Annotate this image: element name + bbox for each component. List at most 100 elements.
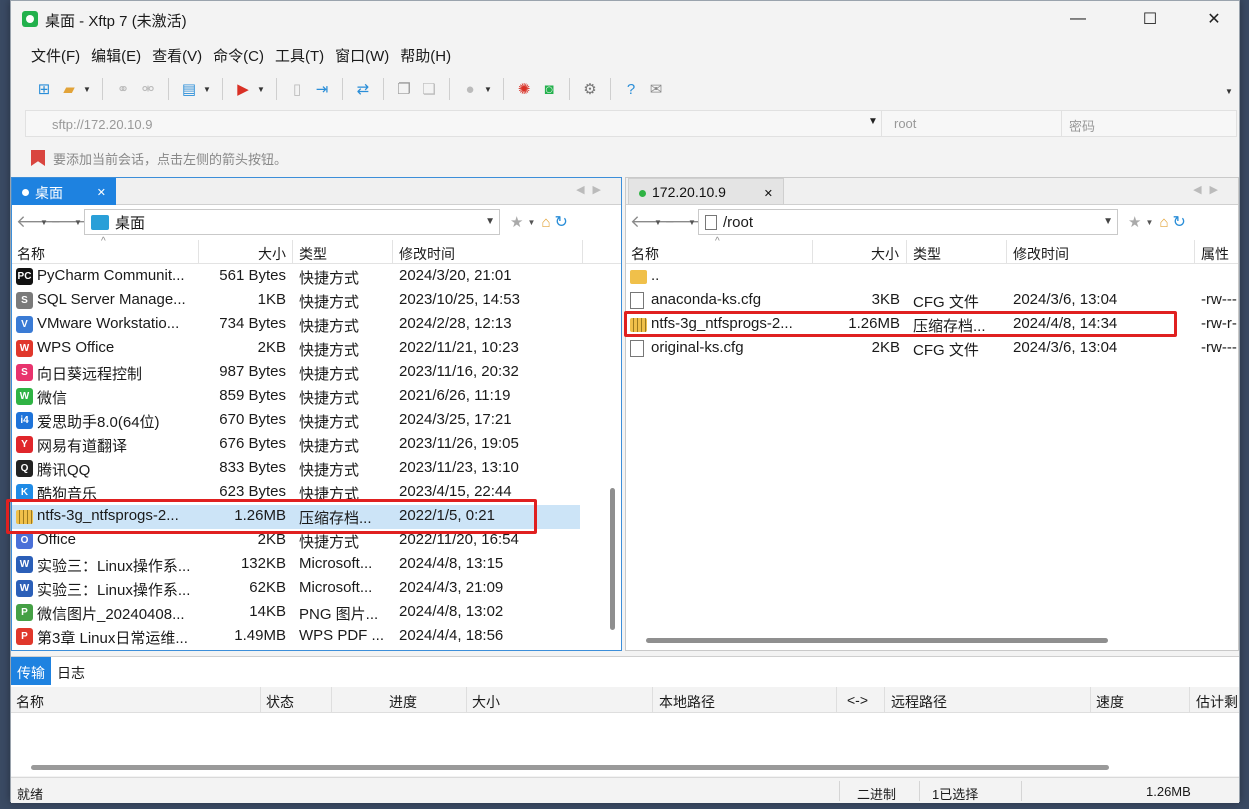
- column-divider[interactable]: [466, 687, 467, 713]
- remote-path-combobox[interactable]: /root ▼: [698, 209, 1118, 235]
- host-input[interactable]: sftp://172.20.10.9: [52, 117, 152, 132]
- favorite-star-icon[interactable]: ★: [510, 213, 523, 231]
- table-row[interactable]: PC PyCharm Communit... 561 Bytes 快捷方式 2024/3…: [12, 265, 580, 289]
- tab-close-icon[interactable]: ✕: [97, 186, 106, 199]
- table-row[interactable]: O Office 2KB 快捷方式 2022/11/20, 16:54: [12, 529, 580, 553]
- transfer-mode[interactable]: 二进制: [857, 784, 896, 803]
- table-row[interactable]: ..: [626, 265, 1246, 289]
- transfer-horizontal-scrollbar[interactable]: [31, 765, 1109, 770]
- minimize-button[interactable]: —: [1055, 1, 1101, 37]
- column-divider[interactable]: [260, 687, 261, 713]
- password-input[interactable]: 密码: [1061, 111, 1236, 136]
- path-dropdown-icon[interactable]: ▼: [1103, 216, 1113, 227]
- properties-dropdown-icon[interactable]: ▼: [203, 85, 213, 94]
- table-row[interactable]: S SQL Server Manage... 1KB 快捷方式 2023/10/25, …: [12, 289, 580, 313]
- remote-horizontal-scrollbar[interactable]: [646, 638, 1108, 643]
- stop-dropdown-icon[interactable]: ▼: [484, 85, 494, 94]
- column-type[interactable]: 类型: [913, 244, 941, 264]
- column-divider[interactable]: [652, 687, 653, 713]
- favorite-dropdown-icon[interactable]: ▼: [1145, 218, 1155, 227]
- tab-close-icon[interactable]: ✕: [764, 187, 773, 200]
- back-arrow-icon[interactable]: 🡐: [16, 212, 62, 232]
- transfer-col-name[interactable]: 名称: [16, 692, 44, 712]
- refresh-icon[interactable]: ↻: [555, 212, 568, 232]
- column-divider[interactable]: [582, 240, 583, 264]
- tab-remote-session[interactable]: 172.20.10.9 ✕: [628, 178, 784, 205]
- menu-window[interactable]: 窗口(W): [333, 41, 398, 67]
- back-arrow-icon[interactable]: 🡐: [630, 212, 676, 232]
- column-divider[interactable]: [884, 687, 885, 713]
- connect-icon[interactable]: ⚭: [112, 78, 134, 100]
- path-dropdown-icon[interactable]: ▼: [485, 216, 495, 227]
- chat-icon[interactable]: ✉: [645, 78, 667, 100]
- new-file-icon[interactable]: ▯: [286, 78, 308, 100]
- table-row[interactable]: P 微信图片_20240408... 14KB PNG 图片... 2024/4/8, …: [12, 601, 580, 625]
- table-row[interactable]: S 向日葵远程控制 987 Bytes 快捷方式 2023/11/16, 20:32: [12, 361, 580, 385]
- column-permissions[interactable]: 属性: [1201, 244, 1229, 264]
- column-modified[interactable]: 修改时间: [1013, 244, 1069, 264]
- tab-scroll-arrows[interactable]: ◀▶: [576, 183, 609, 196]
- column-divider[interactable]: [1090, 687, 1091, 713]
- favorite-star-icon[interactable]: ★: [1128, 213, 1141, 231]
- table-row[interactable]: W 实验三：Linux操作系... 132KB Microsoft... 2024/4/…: [12, 553, 580, 577]
- tab-scroll-arrows[interactable]: ◀▶: [1193, 183, 1226, 196]
- import-icon[interactable]: ⇥: [311, 78, 333, 100]
- table-row[interactable]: ntfs-3g_ntfsprogs-2... 1.26MB 压缩存档... 2022/…: [12, 505, 580, 529]
- table-row[interactable]: W 实验三：Linux操作系... 62KB Microsoft... 2024/4/3…: [12, 577, 580, 601]
- back-dropdown-icon[interactable]: ▼: [654, 218, 664, 227]
- table-row[interactable]: W WPS Office 2KB 快捷方式 2022/11/21, 10:23: [12, 337, 580, 361]
- menu-file[interactable]: 文件(F): [29, 41, 89, 67]
- home-folder-icon[interactable]: ⌂: [541, 214, 550, 231]
- column-divider[interactable]: [392, 240, 393, 264]
- table-row[interactable]: original-ks.cfg 2KB CFG 文件 2024/3/6, 13:04 -…: [626, 337, 1246, 361]
- gear-icon[interactable]: ⚙: [579, 78, 601, 100]
- table-row[interactable]: anaconda-ks.cfg 3KB CFG 文件 2024/3/6, 13:04 -…: [626, 289, 1246, 313]
- new-session-icon[interactable]: ⊞: [33, 78, 55, 100]
- open-folder-icon[interactable]: ▰: [58, 78, 80, 100]
- transfer-col-local-path[interactable]: 本地路径: [659, 692, 715, 712]
- transfer-col-direction[interactable]: <->: [847, 692, 868, 708]
- local-vertical-scrollbar[interactable]: [610, 488, 615, 630]
- column-modified[interactable]: 修改时间: [399, 244, 455, 264]
- sync-icon[interactable]: ⇄: [352, 78, 374, 100]
- refresh-icon[interactable]: ↻: [1173, 212, 1186, 232]
- tab-transfer[interactable]: 传输: [11, 657, 51, 685]
- column-divider[interactable]: [292, 240, 293, 264]
- username-input[interactable]: root: [881, 111, 1061, 136]
- menu-help[interactable]: 帮助(H): [398, 41, 460, 67]
- xshell-icon[interactable]: ✺: [513, 78, 535, 100]
- menu-edit[interactable]: 编辑(E): [89, 41, 150, 67]
- tab-log[interactable]: 日志: [51, 657, 91, 685]
- favorite-dropdown-icon[interactable]: ▼: [527, 218, 537, 227]
- copy-icon[interactable]: ❐: [393, 78, 415, 100]
- column-divider[interactable]: [812, 240, 813, 264]
- column-divider[interactable]: [836, 687, 837, 713]
- column-divider[interactable]: [1006, 240, 1007, 264]
- transfer-col-status[interactable]: 状态: [266, 692, 294, 712]
- bookmark-icon[interactable]: [31, 150, 45, 166]
- column-divider[interactable]: [331, 687, 332, 713]
- stop-icon[interactable]: ●: [459, 78, 481, 100]
- table-row[interactable]: Y 网易有道翻译 676 Bytes 快捷方式 2023/11/26, 19:05: [12, 433, 580, 457]
- transfer-col-remote-path[interactable]: 远程路径: [891, 692, 947, 712]
- table-row[interactable]: V VMware Workstatio... 734 Bytes 快捷方式 2024/2…: [12, 313, 580, 337]
- column-divider[interactable]: [906, 240, 907, 264]
- table-row[interactable]: i4 爱思助手8.0(64位) 670 Bytes 快捷方式 2024/3/25, 17…: [12, 409, 580, 433]
- disconnect-icon[interactable]: ⚮: [137, 78, 159, 100]
- transfer-col-size[interactable]: 大小: [472, 692, 500, 712]
- column-name[interactable]: 名称: [631, 244, 659, 264]
- column-size[interactable]: 大小: [258, 244, 286, 264]
- toolbar-overflow-icon[interactable]: ▼: [1225, 87, 1235, 96]
- tab-local-desktop[interactable]: 桌面 ✕: [12, 178, 116, 205]
- help-icon[interactable]: ?: [620, 78, 642, 100]
- menu-view[interactable]: 查看(V): [150, 41, 211, 67]
- column-divider[interactable]: [1189, 687, 1190, 713]
- local-path-combobox[interactable]: 桌面 ▼: [84, 209, 500, 235]
- transfer-col-speed[interactable]: 速度: [1096, 692, 1124, 712]
- column-size[interactable]: 大小: [871, 244, 899, 264]
- table-row[interactable]: Q 腾讯QQ 833 Bytes 快捷方式 2023/11/23, 13:10: [12, 457, 580, 481]
- forward-dropdown-icon[interactable]: ▼: [74, 218, 84, 227]
- column-divider[interactable]: [1194, 240, 1195, 264]
- properties-icon[interactable]: ▤: [178, 78, 200, 100]
- table-row[interactable]: W 微信 859 Bytes 快捷方式 2021/6/26, 11:19: [12, 385, 580, 409]
